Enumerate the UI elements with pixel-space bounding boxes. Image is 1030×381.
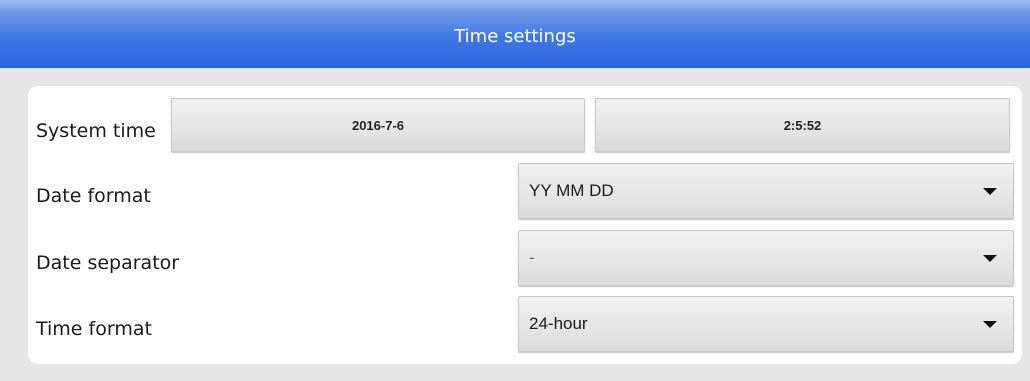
system-date-value: 2016-7-6 <box>351 117 405 133</box>
page-title: Time settings <box>454 25 576 47</box>
date-format-label: Date format <box>36 185 151 207</box>
date-format-select[interactable]: YY MM DD <box>518 163 1014 219</box>
time-format-select[interactable]: 24-hour <box>518 296 1014 352</box>
system-time-value: 2:5:52 <box>783 117 822 133</box>
title-bar: Time settings <box>0 0 1030 68</box>
chevron-down-icon <box>983 321 997 328</box>
chevron-down-icon <box>983 188 997 195</box>
date-separator-select[interactable]: - <box>518 230 1014 286</box>
date-separator-value: - <box>529 248 535 267</box>
date-separator-label: Date separator <box>36 252 180 274</box>
system-time-button[interactable]: 2:5:52 <box>595 98 1010 152</box>
system-date-button[interactable]: 2016-7-6 <box>171 98 585 152</box>
time-format-label: Time format <box>36 318 152 340</box>
chevron-down-icon <box>983 255 997 262</box>
settings-panel: System time 2016-7-6 2:5:52 Date format … <box>28 86 1022 364</box>
date-format-value: YY MM DD <box>529 181 614 200</box>
system-time-label: System time <box>36 120 156 142</box>
time-format-value: 24-hour <box>529 314 588 333</box>
